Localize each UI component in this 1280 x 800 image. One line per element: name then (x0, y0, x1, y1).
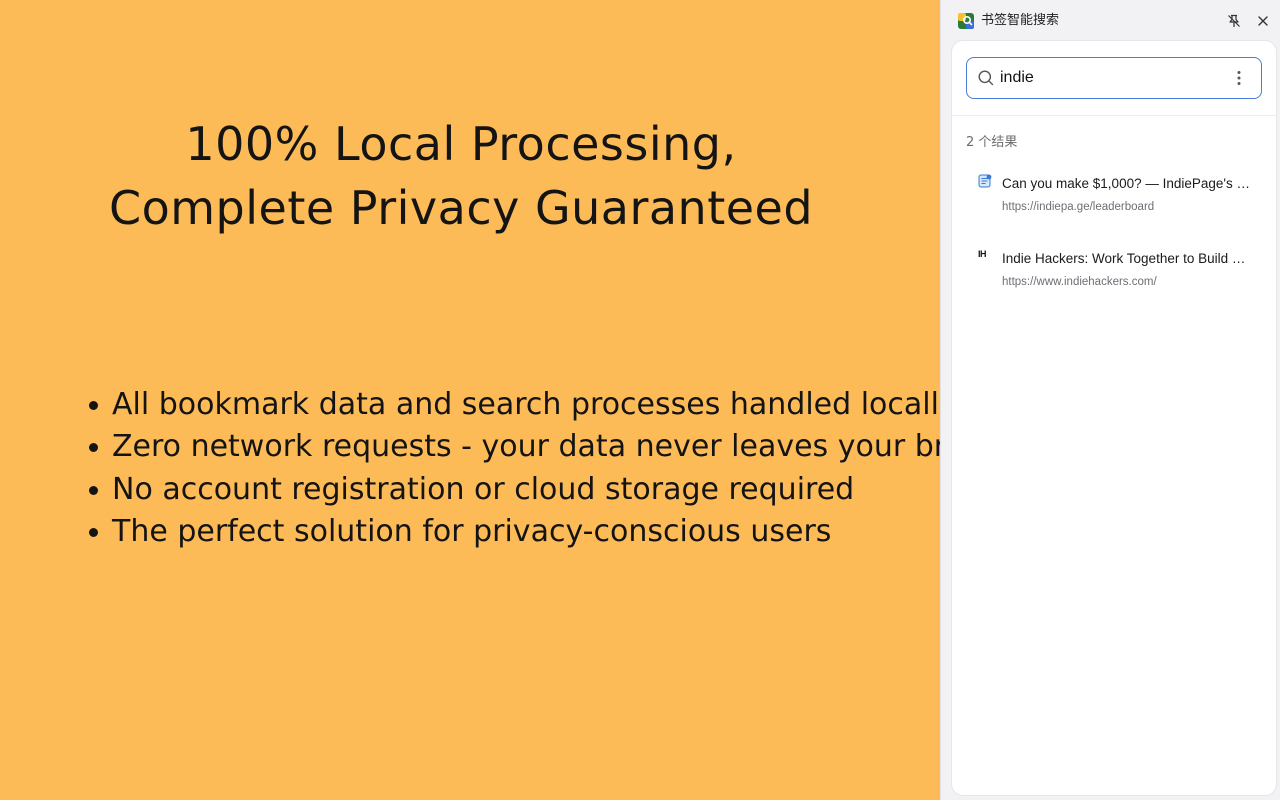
feature-item: No account registration or cloud storage… (84, 469, 924, 511)
feature-list: All bookmark data and search processes h… (84, 384, 1035, 553)
search-input[interactable] (1000, 67, 1220, 89)
promo-slide: 100% Local Processing, Complete Privacy … (0, 0, 1035, 800)
indiepage-favicon-icon (978, 174, 992, 188)
headline: 100% Local Processing, Complete Privacy … (0, 112, 922, 240)
panel-header: 书签智能搜索 (941, 0, 1280, 40)
close-icon (1258, 16, 1268, 26)
result-url: https://indiepa.ge/leaderboard (1002, 201, 1155, 213)
result-count: 2 个结果 (966, 135, 1018, 150)
feature-item: The perfect solution for privacy-conscio… (84, 511, 924, 553)
headline-line-1: 100% Local Processing, (185, 117, 737, 171)
result-title: Indie Hackers: Work Together to Build Pr… (1002, 251, 1252, 266)
result-url: https://www.indiehackers.com/ (1002, 276, 1157, 288)
result-item[interactable]: IH Indie Hackers: Work Together to Build… (952, 241, 1276, 307)
headline-line-2: Complete Privacy Guaranteed (108, 181, 814, 235)
app-logo-icon (958, 13, 974, 29)
search-card: 2 个结果 Can you make $1,000? — IndiePage's… (951, 40, 1277, 796)
side-panel: 书签智能搜索 2 个结果 (940, 0, 1280, 800)
divider (952, 115, 1276, 116)
close-button[interactable] (1253, 11, 1273, 31)
search-box (966, 57, 1262, 99)
feature-item: All bookmark data and search processes h… (84, 384, 957, 426)
app-title: 书签智能搜索 (981, 13, 1060, 28)
feature-item: Zero network requests - your data never … (84, 426, 1035, 468)
indiehackers-favicon-icon: IH (978, 249, 987, 259)
more-vertical-icon[interactable] (1229, 68, 1249, 88)
result-title: Can you make $1,000? — IndiePage's Leade… (1002, 176, 1252, 191)
search-icon (978, 70, 994, 86)
unpin-button[interactable] (1224, 11, 1244, 31)
unpin-icon (1228, 14, 1240, 27)
result-item[interactable]: Can you make $1,000? — IndiePage's Leade… (952, 166, 1276, 232)
